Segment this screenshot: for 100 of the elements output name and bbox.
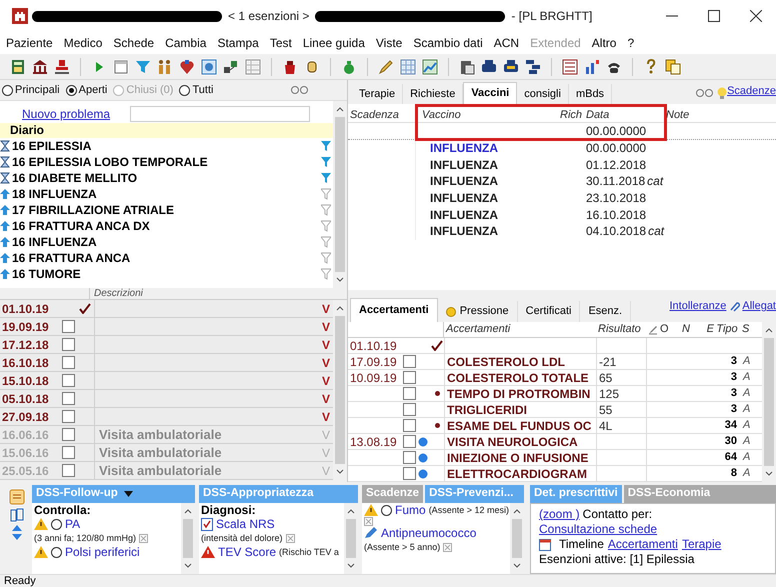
- diary-row[interactable]: Diario: [0, 123, 333, 138]
- network-icon[interactable]: [223, 58, 239, 74]
- scrollbar[interactable]: [762, 322, 776, 482]
- note-icon[interactable]: [9, 489, 25, 505]
- link[interactable]: Intolleranze: [669, 298, 726, 314]
- dismiss-icon[interactable]: [443, 542, 452, 552]
- checkbox[interactable]: [402, 451, 416, 464]
- dismiss-icon[interactable]: [286, 534, 295, 542]
- funnel-icon[interactable]: [321, 156, 331, 168]
- down-arrow-icon[interactable]: [12, 534, 22, 540]
- scrollbar[interactable]: [510, 503, 524, 574]
- search-field[interactable]: [130, 106, 310, 122]
- checkbox[interactable]: [62, 464, 74, 477]
- checkbox[interactable]: [62, 356, 74, 369]
- dismiss-icon[interactable]: [139, 534, 148, 542]
- chart-icon[interactable]: [422, 58, 438, 74]
- checkbox[interactable]: [62, 338, 74, 351]
- form-icon[interactable]: [562, 58, 578, 74]
- checkbox[interactable]: [402, 371, 416, 384]
- menu-item[interactable]: Medico: [64, 34, 102, 52]
- zoom-link[interactable]: (zoom ): [539, 507, 580, 521]
- deadlines-link[interactable]: Scadenze: [727, 82, 776, 99]
- table-icon[interactable]: [400, 58, 416, 74]
- menu-item[interactable]: ?: [627, 34, 634, 52]
- link[interactable]: Allegat: [742, 298, 776, 314]
- checkbox[interactable]: [62, 410, 74, 423]
- bar-chart-icon[interactable]: [584, 58, 600, 74]
- hierarchy-icon[interactable]: [525, 58, 541, 74]
- printer-icon[interactable]: [503, 58, 519, 74]
- book-icon[interactable]: [10, 508, 24, 522]
- recommendation-link[interactable]: Scala NRS: [216, 517, 275, 531]
- grid-icon[interactable]: [245, 58, 261, 74]
- recommendation-link[interactable]: TEV Score: [218, 545, 276, 559]
- menu-item[interactable]: Paziente: [6, 34, 53, 52]
- menu-item[interactable]: Altro: [592, 34, 616, 52]
- menu-item[interactable]: Test: [270, 34, 292, 52]
- building-icon[interactable]: [32, 58, 48, 74]
- problem-item[interactable]: 16 INFLUENZA: [12, 234, 321, 250]
- checkbox[interactable]: [402, 387, 416, 400]
- menu-item[interactable]: Cambia: [165, 34, 206, 52]
- problem-item[interactable]: 16 DIABETE MELLITO: [12, 170, 321, 186]
- problem-item[interactable]: 16 EPILESSIA LOBO TEMPORALE: [12, 154, 321, 170]
- window-icon[interactable]: [113, 58, 129, 74]
- dismiss-icon[interactable]: [364, 517, 373, 526]
- tab[interactable]: Accertamenti: [350, 298, 438, 322]
- stamp-icon[interactable]: [54, 58, 70, 74]
- checkbox[interactable]: [62, 374, 74, 387]
- documents-icon[interactable]: [665, 58, 681, 74]
- radio-icon[interactable]: [51, 546, 62, 558]
- problem-item[interactable]: 16 EPILESSIA: [12, 138, 321, 154]
- close-icon[interactable]: [750, 10, 762, 22]
- menu-item[interactable]: Viste: [376, 34, 402, 52]
- checkbox[interactable]: [62, 392, 74, 405]
- radio-option[interactable]: Aperti: [66, 82, 108, 98]
- scrollbar[interactable]: [344, 503, 358, 574]
- recommendation-link[interactable]: PA: [65, 517, 80, 531]
- problem-item[interactable]: 17 FIBRILLAZIONE ATRIALE: [12, 202, 321, 218]
- checkbox[interactable]: [402, 467, 416, 480]
- recommendation-link[interactable]: Antipneumococco: [381, 526, 476, 540]
- checkbox[interactable]: [402, 435, 416, 448]
- heart-icon[interactable]: [179, 58, 195, 74]
- clipboard-icon[interactable]: [459, 58, 475, 74]
- people-icon[interactable]: [157, 58, 173, 74]
- radio-option[interactable]: Principali: [2, 82, 60, 98]
- recommendation-link[interactable]: Fumo: [395, 503, 426, 517]
- scrollbar[interactable]: [333, 101, 347, 288]
- funnel-icon[interactable]: [321, 140, 331, 152]
- link[interactable]: Terapie: [682, 537, 722, 552]
- radio-icon[interactable]: [381, 504, 392, 516]
- checkbox[interactable]: [402, 403, 416, 416]
- scrollbar[interactable]: [181, 503, 195, 574]
- problem-item[interactable]: 18 INFLUENZA: [12, 186, 321, 202]
- new-problem-link[interactable]: Nuovo problema: [22, 105, 110, 123]
- calculator-icon[interactable]: [10, 58, 26, 74]
- money-bag-icon[interactable]: [341, 58, 357, 74]
- funnel-icon[interactable]: [321, 172, 331, 184]
- menu-item[interactable]: Stampa: [217, 34, 259, 52]
- tab[interactable]: Vaccini: [463, 82, 518, 104]
- menu-item[interactable]: ACN: [494, 34, 520, 52]
- menu-item[interactable]: Schede: [113, 34, 154, 52]
- menu-item[interactable]: Linee guida: [302, 34, 365, 52]
- pen-icon[interactable]: [378, 58, 394, 74]
- funnel-icon[interactable]: [135, 58, 151, 74]
- problem-item[interactable]: 16 TUMORE: [12, 266, 321, 282]
- link[interactable]: Consultazione schede: [539, 522, 658, 537]
- link[interactable]: Accertamenti: [608, 537, 678, 552]
- checkbox[interactable]: [62, 428, 74, 441]
- recommendation-link[interactable]: Polsi periferici: [65, 545, 140, 559]
- problem-item[interactable]: 16 FRATTURA ANCA DX: [12, 218, 321, 234]
- scrollbar[interactable]: [333, 300, 347, 480]
- menu-item[interactable]: Scambio dati: [413, 34, 483, 52]
- radio-option[interactable]: Tutti: [179, 82, 214, 98]
- checkbox[interactable]: [62, 320, 74, 333]
- problem-item[interactable]: 16 FRATTURA ANCA: [12, 250, 321, 266]
- checkbox[interactable]: [402, 419, 416, 432]
- bag-icon[interactable]: [282, 58, 298, 74]
- printer-icon[interactable]: [481, 58, 497, 74]
- checkbox[interactable]: [402, 355, 416, 368]
- checkbox[interactable]: [62, 446, 74, 459]
- maximize-icon[interactable]: [708, 10, 720, 22]
